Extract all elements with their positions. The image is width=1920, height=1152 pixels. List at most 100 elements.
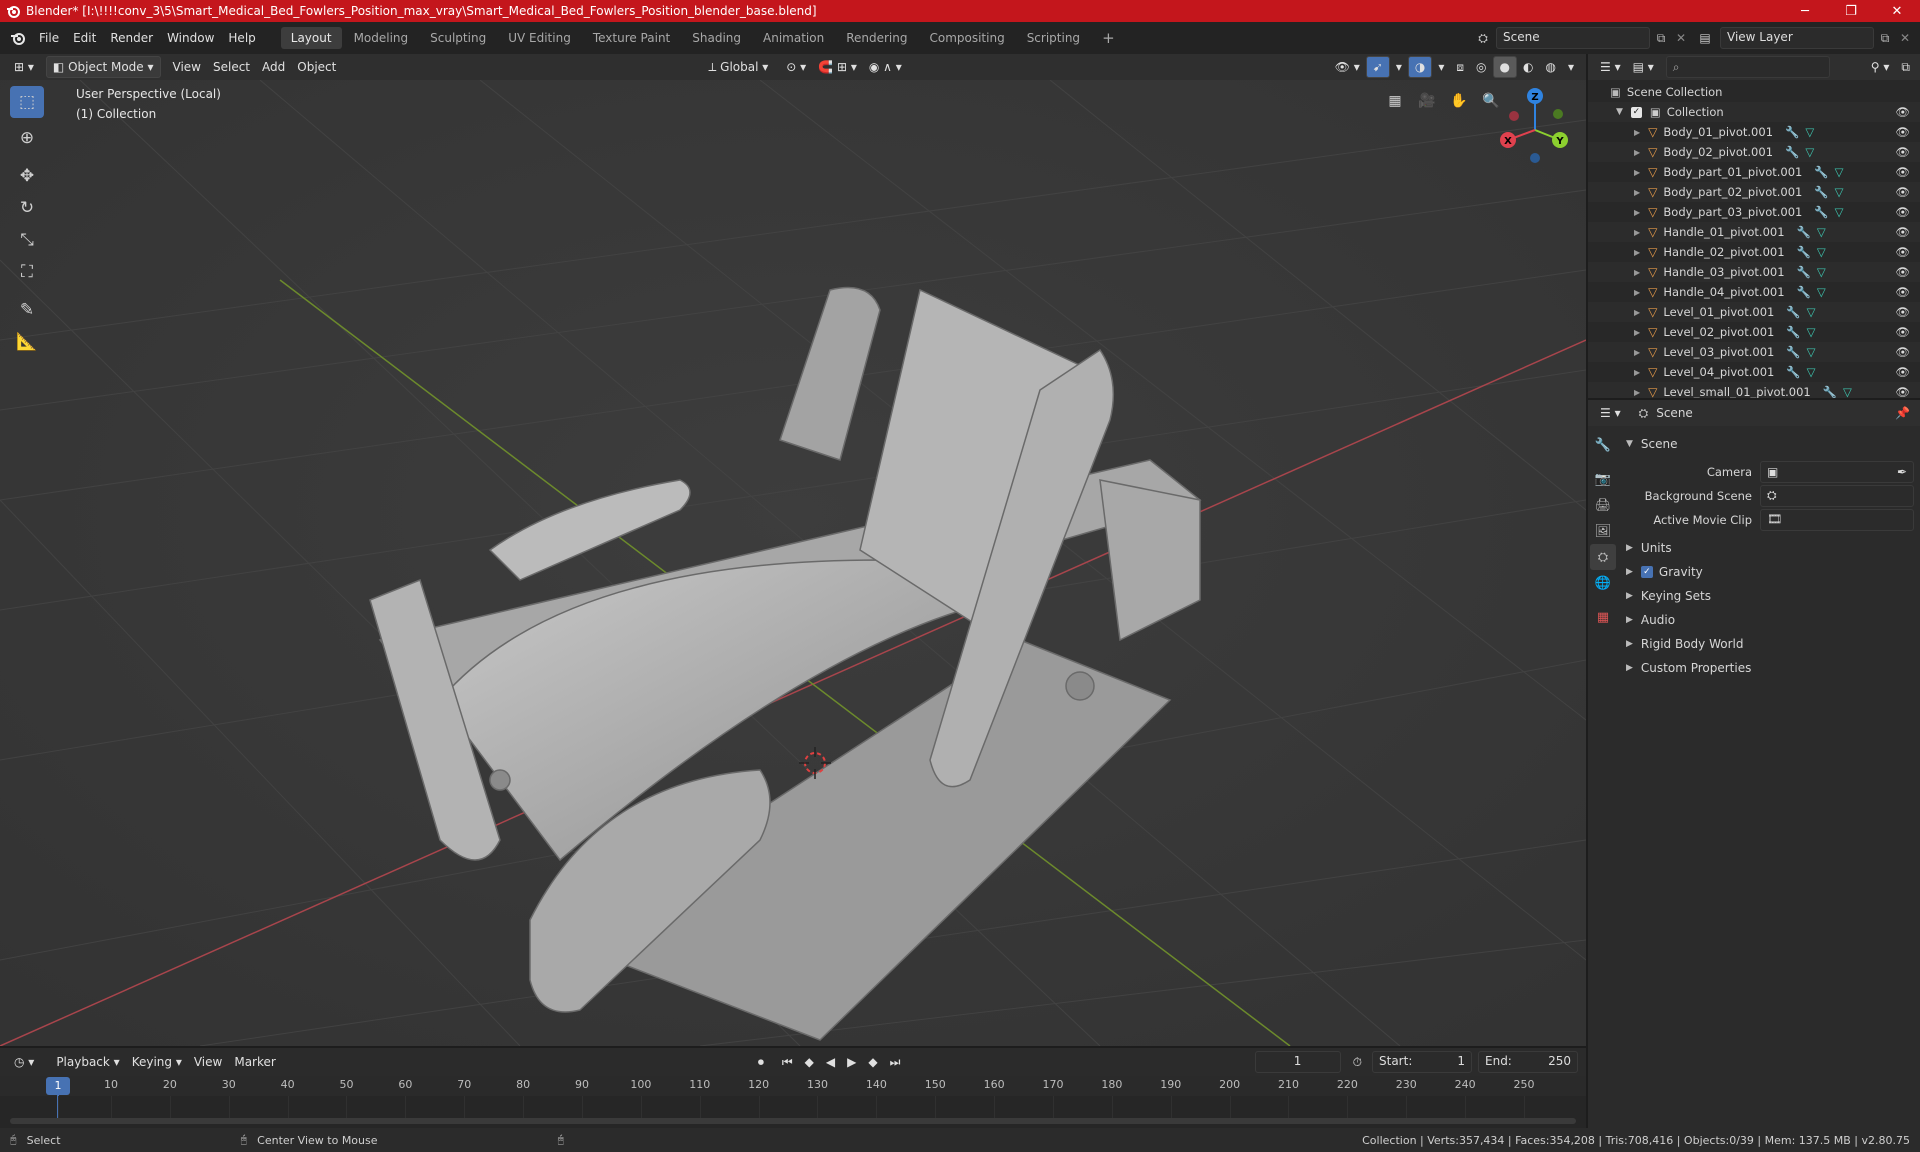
cursor-tool-icon[interactable]: ⊕ <box>10 122 44 154</box>
properties-editor-type-icon[interactable]: ☰ ▾ <box>1594 403 1627 423</box>
modifier-icon[interactable]: 🔧 <box>1785 125 1799 139</box>
gizmo-dropdown-icon[interactable]: ▾ <box>1390 57 1408 77</box>
solid-shading-icon[interactable]: ● <box>1492 56 1517 78</box>
add-workspace-button[interactable]: + <box>1092 27 1125 49</box>
render-tab-icon[interactable]: 📷 <box>1590 466 1616 492</box>
rotate-tool-icon[interactable]: ↻ <box>10 192 44 224</box>
gravity-checkbox[interactable]: ✓ <box>1640 566 1653 578</box>
tab-animation[interactable]: Animation <box>753 27 834 49</box>
outliner-object-row[interactable]: ▶ ▽ Level_02_pivot.001 🔧 ▽ 👁 <box>1588 322 1920 342</box>
scene-tab-icon[interactable]: ⛭ <box>1590 544 1616 570</box>
menu-window[interactable]: Window <box>160 22 221 54</box>
new-view-layer-icon[interactable]: ⧉ <box>1874 31 1896 46</box>
modifier-icon[interactable]: 🔧 <box>1786 365 1800 379</box>
camera-field[interactable]: ▣ ✒ <box>1760 461 1914 483</box>
object-visibility-icon[interactable]: 👁 <box>1895 205 1910 219</box>
annotate-tool-icon[interactable]: ✎ <box>10 294 44 326</box>
overlay-toggle-icon[interactable]: ◑ <box>1407 56 1433 78</box>
3d-viewport[interactable]: ⬚ ⊕ ✥ ↻ ⤡ ⛶ ✎ 📐 User Perspective (Local)… <box>0 80 1586 1046</box>
mesh-data-icon[interactable]: ▽ <box>1805 125 1814 139</box>
blender-menu-icon[interactable] <box>4 30 32 46</box>
units-section[interactable]: ▶ Units <box>1622 536 1914 560</box>
timeline-area[interactable]: 1102030405060708090100110120130140150160… <box>0 1076 1586 1128</box>
start-frame-field[interactable]: Start: 1 <box>1372 1051 1472 1073</box>
expand-object-icon[interactable]: ▶ <box>1634 368 1640 377</box>
outliner-editor-type-icon[interactable]: ☰ ▾ <box>1594 57 1627 77</box>
mesh-data-icon[interactable]: ▽ <box>1835 185 1844 199</box>
expand-object-icon[interactable]: ▶ <box>1634 128 1640 137</box>
mesh-data-icon[interactable]: ▽ <box>1843 385 1852 399</box>
eyedropper-icon[interactable]: ✒ <box>1897 463 1907 481</box>
expand-object-icon[interactable]: ▶ <box>1634 168 1640 177</box>
active-movie-clip-field[interactable]: 🎞 <box>1760 509 1914 531</box>
timeline-scrollbar[interactable] <box>10 1118 1576 1124</box>
tab-rendering[interactable]: Rendering <box>836 27 917 49</box>
rigid-body-world-section[interactable]: ▶ Rigid Body World <box>1622 632 1914 656</box>
object-visibility-icon[interactable]: 👁 <box>1895 145 1910 159</box>
jump-end-icon[interactable]: ⏭ <box>884 1052 907 1072</box>
modifier-icon[interactable]: 🔧 <box>1814 165 1828 179</box>
menu-help[interactable]: Help <box>221 22 262 54</box>
menu-playback[interactable]: Playback ▾ <box>50 1052 125 1072</box>
ortho-toggle-icon[interactable]: ▦ <box>1382 88 1408 114</box>
new-scene-icon[interactable]: ⧉ <box>1650 31 1672 46</box>
mesh-data-icon[interactable]: ▽ <box>1817 265 1826 279</box>
navigation-gizmo[interactable]: Z Y X <box>1494 84 1576 166</box>
visibility-icon[interactable]: 👁 ▾ <box>1329 57 1366 77</box>
tool-tab-icon[interactable]: 🔧 <box>1590 432 1616 458</box>
outliner-object-row[interactable]: ▶ ▽ Level_04_pivot.001 🔧 ▽ 👁 <box>1588 362 1920 382</box>
material-shading-icon[interactable]: ◐ <box>1517 57 1539 77</box>
stopwatch-icon[interactable]: ⏱ <box>1347 1052 1368 1072</box>
scene-field[interactable]: Scene <box>1496 27 1650 49</box>
view-layer-icon[interactable]: ▤ <box>1690 31 1720 45</box>
view-layer-tab-icon[interactable]: 🖼 <box>1590 518 1616 544</box>
object-visibility-icon[interactable]: 👁 <box>1895 305 1910 319</box>
minimize-button[interactable]: ─ <box>1782 0 1828 22</box>
editor-type-icon[interactable]: ⊞ ▾ <box>8 57 40 77</box>
menu-render[interactable]: Render <box>103 22 160 54</box>
scene-collection-row[interactable]: ▣ Scene Collection <box>1588 82 1920 102</box>
pin-icon[interactable]: 📌 <box>1895 406 1910 420</box>
menu-add[interactable]: Add <box>256 57 291 77</box>
modifier-icon[interactable]: 🔧 <box>1797 285 1811 299</box>
expand-object-icon[interactable]: ▶ <box>1634 348 1640 357</box>
modifier-icon[interactable]: 🔧 <box>1797 245 1811 259</box>
play-reverse-icon[interactable]: ◀ <box>820 1052 841 1072</box>
tab-sculpting[interactable]: Sculpting <box>420 27 496 49</box>
mesh-data-icon[interactable]: ▽ <box>1817 285 1826 299</box>
shading-dropdown-icon[interactable]: ▾ <box>1562 57 1580 77</box>
proportional-edit-icon[interactable]: ◉ ∧ ▾ <box>863 57 908 77</box>
transform-tool-icon[interactable]: ⛶ <box>10 256 44 288</box>
maximize-button[interactable]: ❐ <box>1828 0 1874 22</box>
orientation-selector[interactable]: ⟂ Global ▾ <box>702 57 774 77</box>
outliner-object-row[interactable]: ▶ ▽ Level_03_pivot.001 🔧 ▽ 👁 <box>1588 342 1920 362</box>
expand-collection-icon[interactable]: ▼ <box>1616 107 1623 117</box>
expand-object-icon[interactable]: ▶ <box>1634 388 1640 397</box>
record-icon[interactable]: ⏺ <box>752 1052 770 1072</box>
gizmo-toggle-icon[interactable]: ➹ <box>1365 56 1390 78</box>
object-visibility-icon[interactable]: 👁 <box>1895 225 1910 239</box>
gravity-section[interactable]: ▶ ✓ Gravity <box>1622 560 1914 584</box>
mesh-data-icon[interactable]: ▽ <box>1805 145 1814 159</box>
audio-section[interactable]: ▶ Audio <box>1622 608 1914 632</box>
outliner-object-row[interactable]: ▶ ▽ Handle_03_pivot.001 🔧 ▽ 👁 <box>1588 262 1920 282</box>
timeline-editor-type-icon[interactable]: ◷ ▾ <box>8 1052 40 1072</box>
object-visibility-icon[interactable]: 👁 <box>1895 245 1910 259</box>
object-visibility-icon[interactable]: 👁 <box>1895 185 1910 199</box>
object-visibility-icon[interactable]: 👁 <box>1895 285 1910 299</box>
menu-view[interactable]: View <box>167 57 207 77</box>
outliner-search-input[interactable]: ⌕ <box>1665 56 1830 78</box>
menu-edit[interactable]: Edit <box>66 22 103 54</box>
object-visibility-icon[interactable]: 👁 <box>1895 125 1910 139</box>
tab-modeling[interactable]: Modeling <box>344 27 419 49</box>
snap-icon[interactable]: 🧲 ⊞ ▾ <box>812 57 863 77</box>
object-visibility-icon[interactable]: 👁 <box>1895 165 1910 179</box>
wireframe-shading-icon[interactable]: ◎ <box>1470 57 1492 77</box>
outliner-object-row[interactable]: ▶ ▽ Body_part_03_pivot.001 🔧 ▽ 👁 <box>1588 202 1920 222</box>
menu-select[interactable]: Select <box>207 57 256 77</box>
pan-hand-icon[interactable]: ✋ <box>1446 88 1472 114</box>
menu-timeline-view[interactable]: View <box>188 1052 228 1072</box>
move-tool-icon[interactable]: ✥ <box>10 160 44 192</box>
outliner-object-row[interactable]: ▶ ▽ Handle_02_pivot.001 🔧 ▽ 👁 <box>1588 242 1920 262</box>
modifier-icon[interactable]: 🔧 <box>1786 345 1800 359</box>
